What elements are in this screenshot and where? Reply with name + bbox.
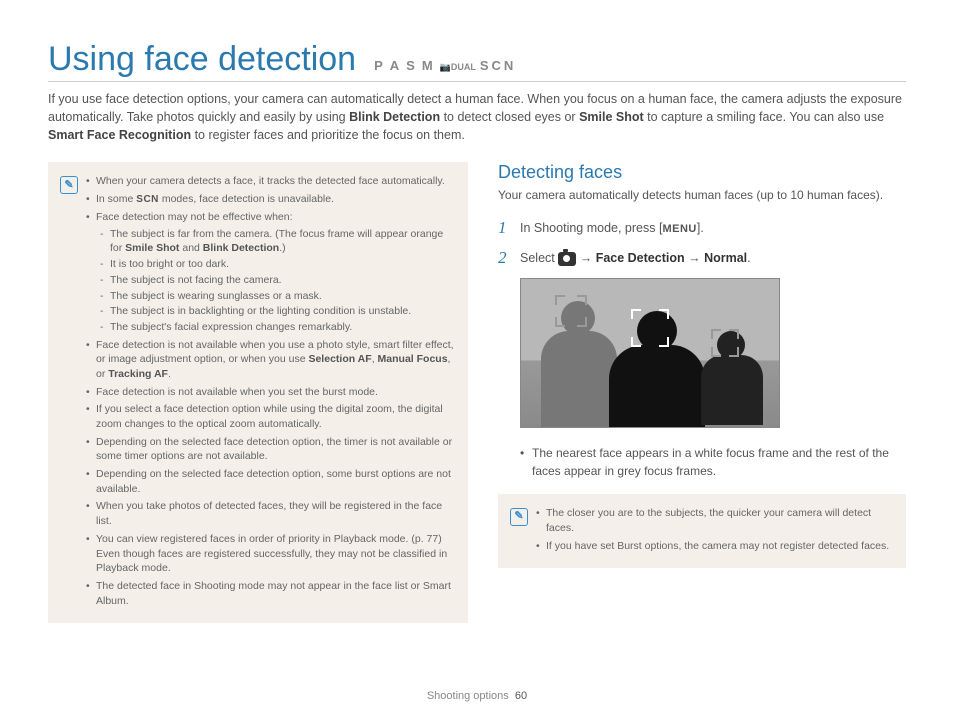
step-2: 2 Select → Face Detection → Normal. xyxy=(498,248,906,268)
note-subitem: The subject's facial expression changes … xyxy=(96,320,454,335)
mode-m: M xyxy=(422,58,436,73)
section-heading: Detecting faces xyxy=(498,162,906,183)
note-item: You can view registered faces in order o… xyxy=(86,532,454,576)
mode-dual: 📷DUAL xyxy=(440,62,476,73)
page-title: Using face detection xyxy=(48,40,356,79)
tip-item: The closer you are to the subjects, the … xyxy=(536,506,892,535)
note-item: Face detection is not available when you… xyxy=(86,385,454,400)
note-icon: ✎ xyxy=(510,508,528,526)
footer-page-number: 60 xyxy=(515,690,527,702)
mode-s: S xyxy=(406,58,418,73)
note-icon: ✎ xyxy=(60,176,78,194)
focus-frame-grey xyxy=(557,297,585,325)
note-item: Face detection may not be effective when… xyxy=(86,210,454,335)
note-item: The detected face in Shooting mode may n… xyxy=(86,579,454,608)
note-item: When you take photos of detected faces, … xyxy=(86,499,454,528)
page-footer: Shooting options 60 xyxy=(0,690,954,702)
result-text: The nearest face appears in a white focu… xyxy=(498,444,906,480)
mode-scn: SCN xyxy=(480,58,516,73)
note-item: When your camera detects a face, it trac… xyxy=(86,174,454,189)
note-subitem: The subject is in backlighting or the li… xyxy=(96,304,454,319)
mode-icons: P A S M 📷DUAL SCN xyxy=(374,58,516,73)
note-item: In some SCN modes, face detection is una… xyxy=(86,192,454,207)
step-1: 1 In Shooting mode, press [MENU]. xyxy=(498,218,906,238)
focus-frame-white xyxy=(633,311,667,345)
step-number: 2 xyxy=(498,248,512,268)
note-item: Depending on the selected face detection… xyxy=(86,435,454,464)
note-subitem: It is too bright or too dark. xyxy=(96,257,454,272)
note-item: If you select a face detection option wh… xyxy=(86,402,454,431)
mode-p: P xyxy=(374,58,386,73)
mode-a: A xyxy=(390,58,402,73)
note-item: Face detection is not available when you… xyxy=(86,338,454,382)
title-row: Using face detection P A S M 📷DUAL SCN xyxy=(48,40,906,82)
tip-item: If you have set Burst options, the camer… xyxy=(536,539,892,554)
right-note-box: ✎ The closer you are to the subjects, th… xyxy=(498,494,906,568)
left-note-box: ✎ When your camera detects a face, it tr… xyxy=(48,162,468,623)
intro-paragraph: If you use face detection options, your … xyxy=(48,90,906,144)
face-detection-illustration xyxy=(520,278,780,428)
note-subitem: The subject is wearing sunglasses or a m… xyxy=(96,289,454,304)
camera-icon xyxy=(558,252,576,266)
focus-frame-grey xyxy=(713,331,737,355)
section-subtext: Your camera automatically detects human … xyxy=(498,187,906,204)
footer-section: Shooting options xyxy=(427,690,509,702)
note-subitem: The subject is not facing the camera. xyxy=(96,273,454,288)
menu-label: MENU xyxy=(662,223,696,235)
step-number: 1 xyxy=(498,218,512,238)
note-subitem: The subject is far from the camera. (The… xyxy=(96,227,454,256)
note-item: Depending on the selected face detection… xyxy=(86,467,454,496)
